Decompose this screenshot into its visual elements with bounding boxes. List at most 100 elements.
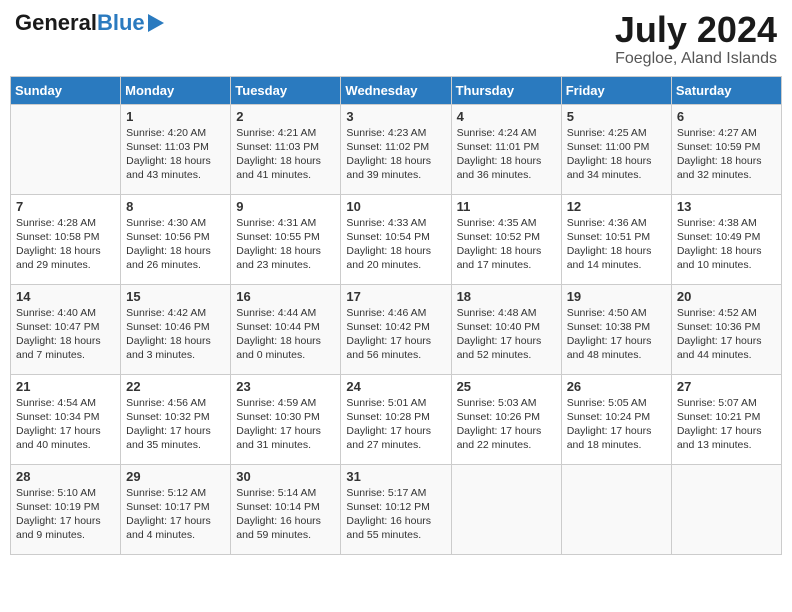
day-number: 8	[126, 199, 225, 214]
calendar-table: SundayMondayTuesdayWednesdayThursdayFrid…	[10, 76, 782, 555]
calendar-cell: 29 Sunrise: 5:12 AM Sunset: 10:17 PM Dayl…	[121, 464, 231, 554]
day-content: Sunrise: 4:31 AM Sunset: 10:55 PM Daylig…	[236, 216, 335, 273]
month-year-title: July 2024	[615, 10, 777, 50]
calendar-cell: 20 Sunrise: 4:52 AM Sunset: 10:36 PM Dayl…	[671, 284, 781, 374]
day-content: Sunrise: 4:30 AM Sunset: 10:56 PM Daylig…	[126, 216, 225, 273]
page-header: GeneralBlue July 2024 Foegloe, Aland Isl…	[10, 10, 782, 68]
calendar-cell: 16Sunrise: 4:44 AM Sunset: 10:44 PM Dayl…	[231, 284, 341, 374]
header-saturday: Saturday	[671, 76, 781, 104]
calendar-week-3: 14Sunrise: 4:40 AM Sunset: 10:47 PM Dayl…	[11, 284, 782, 374]
day-content: Sunrise: 5:14 AM Sunset: 10:14 PM Daylig…	[236, 486, 335, 543]
calendar-cell	[671, 464, 781, 554]
calendar-cell: 8 Sunrise: 4:30 AM Sunset: 10:56 PM Dayli…	[121, 194, 231, 284]
calendar-cell: 23 Sunrise: 4:59 AM Sunset: 10:30 PM Dayl…	[231, 374, 341, 464]
calendar-cell: 2 Sunrise: 4:21 AM Sunset: 11:03 PM Dayli…	[231, 104, 341, 194]
day-content: Sunrise: 4:38 AM Sunset: 10:49 PM Daylig…	[677, 216, 776, 273]
calendar-cell: 9Sunrise: 4:31 AM Sunset: 10:55 PM Dayli…	[231, 194, 341, 284]
calendar-cell	[11, 104, 121, 194]
day-number: 21	[16, 379, 115, 394]
calendar-cell: 25Sunrise: 5:03 AM Sunset: 10:26 PM Dayl…	[451, 374, 561, 464]
calendar-cell: 3 Sunrise: 4:23 AM Sunset: 11:02 PM Dayli…	[341, 104, 451, 194]
calendar-cell: 14Sunrise: 4:40 AM Sunset: 10:47 PM Dayl…	[11, 284, 121, 374]
day-number: 14	[16, 289, 115, 304]
day-content: Sunrise: 4:59 AM Sunset: 10:30 PM Daylig…	[236, 396, 335, 453]
calendar-cell: 28 Sunrise: 5:10 AM Sunset: 10:19 PM Dayl…	[11, 464, 121, 554]
day-content: Sunrise: 5:01 AM Sunset: 10:28 PM Daylig…	[346, 396, 445, 453]
calendar-cell: 26 Sunrise: 5:05 AM Sunset: 10:24 PM Dayl…	[561, 374, 671, 464]
calendar-cell: 17 Sunrise: 4:46 AM Sunset: 10:42 PM Dayl…	[341, 284, 451, 374]
calendar-cell: 7Sunrise: 4:28 AM Sunset: 10:58 PM Dayli…	[11, 194, 121, 284]
day-content: Sunrise: 4:35 AM Sunset: 10:52 PM Daylig…	[457, 216, 556, 273]
calendar-week-5: 28 Sunrise: 5:10 AM Sunset: 10:19 PM Dayl…	[11, 464, 782, 554]
day-number: 18	[457, 289, 556, 304]
day-number: 31	[346, 469, 445, 484]
calendar-cell: 4 Sunrise: 4:24 AM Sunset: 11:01 PM Dayli…	[451, 104, 561, 194]
day-number: 28	[16, 469, 115, 484]
day-number: 20	[677, 289, 776, 304]
day-number: 15	[126, 289, 225, 304]
day-number: 5	[567, 109, 666, 124]
header-wednesday: Wednesday	[341, 76, 451, 104]
day-content: Sunrise: 4:46 AM Sunset: 10:42 PM Daylig…	[346, 306, 445, 363]
logo-blue: Blue	[97, 10, 145, 35]
calendar-header-row: SundayMondayTuesdayWednesdayThursdayFrid…	[11, 76, 782, 104]
calendar-cell: 31 Sunrise: 5:17 AM Sunset: 10:12 PM Dayl…	[341, 464, 451, 554]
calendar-week-4: 21 Sunrise: 4:54 AM Sunset: 10:34 PM Dayl…	[11, 374, 782, 464]
day-content: Sunrise: 4:20 AM Sunset: 11:03 PM Daylig…	[126, 126, 225, 183]
calendar-cell	[451, 464, 561, 554]
day-content: Sunrise: 4:23 AM Sunset: 11:02 PM Daylig…	[346, 126, 445, 183]
day-number: 16	[236, 289, 335, 304]
day-content: Sunrise: 4:48 AM Sunset: 10:40 PM Daylig…	[457, 306, 556, 363]
day-content: Sunrise: 5:17 AM Sunset: 10:12 PM Daylig…	[346, 486, 445, 543]
calendar-cell: 1 Sunrise: 4:20 AM Sunset: 11:03 PM Dayli…	[121, 104, 231, 194]
day-number: 25	[457, 379, 556, 394]
day-number: 2	[236, 109, 335, 124]
day-content: Sunrise: 4:21 AM Sunset: 11:03 PM Daylig…	[236, 126, 335, 183]
day-content: Sunrise: 4:56 AM Sunset: 10:32 PM Daylig…	[126, 396, 225, 453]
calendar-cell: 19Sunrise: 4:50 AM Sunset: 10:38 PM Dayl…	[561, 284, 671, 374]
location-subtitle: Foegloe, Aland Islands	[615, 50, 777, 68]
day-content: Sunrise: 4:33 AM Sunset: 10:54 PM Daylig…	[346, 216, 445, 273]
day-number: 6	[677, 109, 776, 124]
calendar-cell: 27 Sunrise: 5:07 AM Sunset: 10:21 PM Dayl…	[671, 374, 781, 464]
day-content: Sunrise: 5:12 AM Sunset: 10:17 PM Daylig…	[126, 486, 225, 543]
header-tuesday: Tuesday	[231, 76, 341, 104]
day-content: Sunrise: 5:07 AM Sunset: 10:21 PM Daylig…	[677, 396, 776, 453]
day-number: 12	[567, 199, 666, 214]
day-number: 1	[126, 109, 225, 124]
day-number: 3	[346, 109, 445, 124]
day-number: 17	[346, 289, 445, 304]
day-content: Sunrise: 4:54 AM Sunset: 10:34 PM Daylig…	[16, 396, 115, 453]
day-content: Sunrise: 4:25 AM Sunset: 11:00 PM Daylig…	[567, 126, 666, 183]
title-section: July 2024 Foegloe, Aland Islands	[615, 10, 777, 68]
day-number: 10	[346, 199, 445, 214]
day-number: 7	[16, 199, 115, 214]
day-number: 29	[126, 469, 225, 484]
calendar-cell: 11Sunrise: 4:35 AM Sunset: 10:52 PM Dayl…	[451, 194, 561, 284]
day-content: Sunrise: 5:05 AM Sunset: 10:24 PM Daylig…	[567, 396, 666, 453]
calendar-cell: 12Sunrise: 4:36 AM Sunset: 10:51 PM Dayl…	[561, 194, 671, 284]
day-number: 19	[567, 289, 666, 304]
calendar-cell: 21 Sunrise: 4:54 AM Sunset: 10:34 PM Dayl…	[11, 374, 121, 464]
calendar-cell: 24Sunrise: 5:01 AM Sunset: 10:28 PM Dayl…	[341, 374, 451, 464]
day-number: 13	[677, 199, 776, 214]
calendar-cell: 5 Sunrise: 4:25 AM Sunset: 11:00 PM Dayli…	[561, 104, 671, 194]
calendar-cell: 6 Sunrise: 4:27 AM Sunset: 10:59 PM Dayli…	[671, 104, 781, 194]
header-monday: Monday	[121, 76, 231, 104]
logo: GeneralBlue	[15, 10, 164, 36]
calendar-cell: 30Sunrise: 5:14 AM Sunset: 10:14 PM Dayl…	[231, 464, 341, 554]
day-content: Sunrise: 5:10 AM Sunset: 10:19 PM Daylig…	[16, 486, 115, 543]
day-number: 23	[236, 379, 335, 394]
day-number: 4	[457, 109, 556, 124]
header-friday: Friday	[561, 76, 671, 104]
day-content: Sunrise: 4:27 AM Sunset: 10:59 PM Daylig…	[677, 126, 776, 183]
calendar-cell	[561, 464, 671, 554]
day-number: 26	[567, 379, 666, 394]
calendar-cell: 22Sunrise: 4:56 AM Sunset: 10:32 PM Dayl…	[121, 374, 231, 464]
day-number: 27	[677, 379, 776, 394]
calendar-cell: 10 Sunrise: 4:33 AM Sunset: 10:54 PM Dayl…	[341, 194, 451, 284]
day-content: Sunrise: 4:24 AM Sunset: 11:01 PM Daylig…	[457, 126, 556, 183]
day-content: Sunrise: 4:52 AM Sunset: 10:36 PM Daylig…	[677, 306, 776, 363]
header-sunday: Sunday	[11, 76, 121, 104]
header-thursday: Thursday	[451, 76, 561, 104]
